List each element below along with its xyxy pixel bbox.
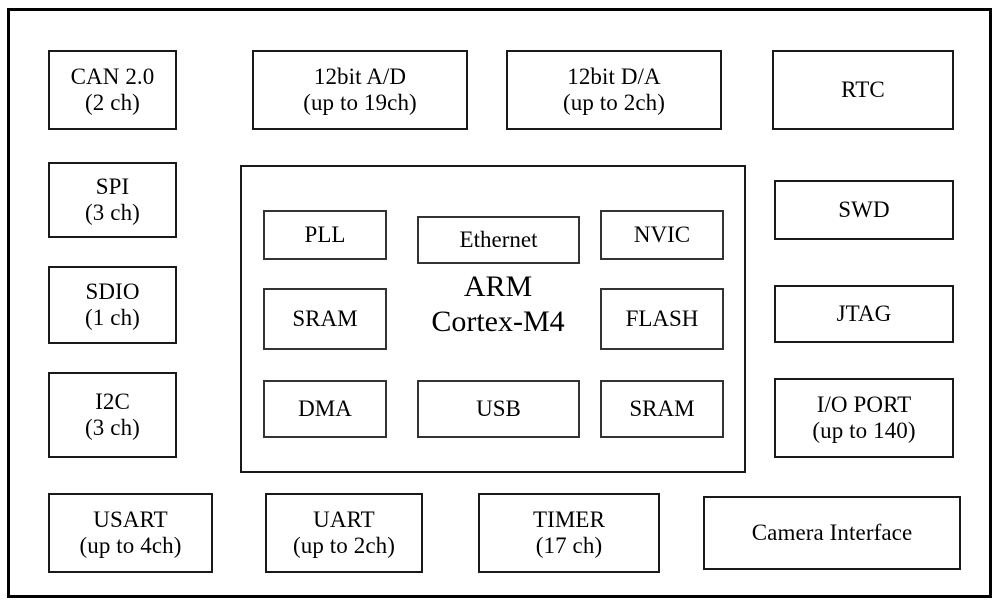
core-block-label: Ethernet [459, 227, 538, 252]
core-block-label: DMA [298, 396, 352, 421]
core-block-label: USB [476, 396, 521, 421]
block-label-line2: (2 ch) [85, 90, 140, 115]
core-block-ethernet[interactable]: Ethernet [417, 216, 580, 264]
block-label-line2: (up to 4ch) [79, 533, 182, 558]
block-label-line1: JTAG [836, 301, 892, 327]
block-label-line2: (1 ch) [85, 305, 140, 330]
cpu-core-label-line2: Cortex-M4 [431, 304, 565, 338]
block-label-line2: (up to 19ch) [303, 90, 417, 115]
core-block-label: NVIC [633, 222, 691, 247]
core-block-sram-lower[interactable]: SRAM [600, 380, 724, 438]
block-label-line1: SWD [838, 197, 890, 223]
core-block-pll[interactable]: PLL [263, 210, 387, 260]
block-rtc[interactable]: RTC [772, 50, 954, 130]
core-block-sram-upper[interactable]: SRAM [263, 288, 387, 350]
block-label-line1: 12bit D/A [567, 64, 661, 90]
block-i2c[interactable]: I2C (3 ch) [48, 372, 177, 458]
block-label-line1: CAN 2.0 [70, 64, 155, 90]
core-block-usb[interactable]: USB [417, 380, 580, 438]
block-label-line1: I2C [95, 389, 130, 415]
block-label-line2: (up to 2ch) [292, 533, 396, 558]
block-label-line2: (3 ch) [85, 415, 140, 440]
block-label-line2: (up to 140) [812, 418, 916, 443]
core-block-label: SRAM [629, 396, 695, 421]
cpu-core-label: ARM Cortex-M4 [392, 270, 604, 340]
block-spi[interactable]: SPI (3 ch) [48, 162, 177, 238]
core-block-label: SRAM [292, 306, 358, 331]
block-usart[interactable]: USART (up to 4ch) [48, 493, 213, 573]
block-12bit-ad[interactable]: 12bit A/D (up to 19ch) [252, 50, 468, 130]
block-swd[interactable]: SWD [774, 180, 954, 240]
block-diagram-canvas: CAN 2.0 (2 ch) 12bit A/D (up to 19ch) 12… [0, 0, 1000, 612]
block-timer[interactable]: TIMER (17 ch) [478, 493, 660, 573]
core-block-label: PLL [304, 222, 346, 247]
block-label-line1: UART [313, 507, 375, 533]
core-block-label: FLASH [625, 306, 699, 331]
block-12bit-da[interactable]: 12bit D/A (up to 2ch) [506, 50, 722, 130]
core-block-flash[interactable]: FLASH [600, 288, 724, 350]
block-jtag[interactable]: JTAG [774, 285, 954, 343]
block-camera-interface[interactable]: Camera Interface [703, 496, 961, 570]
block-sdio[interactable]: SDIO (1 ch) [48, 266, 177, 344]
block-can-2-0[interactable]: CAN 2.0 (2 ch) [48, 50, 177, 130]
block-label-line1: 12bit A/D [313, 64, 407, 90]
cpu-core-label-line1: ARM [463, 270, 533, 303]
block-label-line1: TIMER [532, 507, 606, 533]
block-label-line1: SDIO [85, 279, 140, 305]
block-label-line2: (17 ch) [535, 533, 603, 558]
block-uart[interactable]: UART (up to 2ch) [265, 493, 423, 573]
block-label-line1: USART [93, 507, 168, 533]
core-block-nvic[interactable]: NVIC [600, 210, 724, 260]
block-label-line2: (3 ch) [85, 200, 140, 225]
block-label-line1: RTC [841, 77, 885, 103]
core-block-dma[interactable]: DMA [263, 380, 387, 438]
block-label-line1: I/O PORT [816, 392, 912, 418]
block-label-line2: (up to 2ch) [562, 90, 666, 115]
block-label-line1: SPI [95, 174, 130, 200]
block-io-port[interactable]: I/O PORT (up to 140) [774, 378, 954, 458]
block-label-line1: Camera Interface [751, 520, 913, 546]
